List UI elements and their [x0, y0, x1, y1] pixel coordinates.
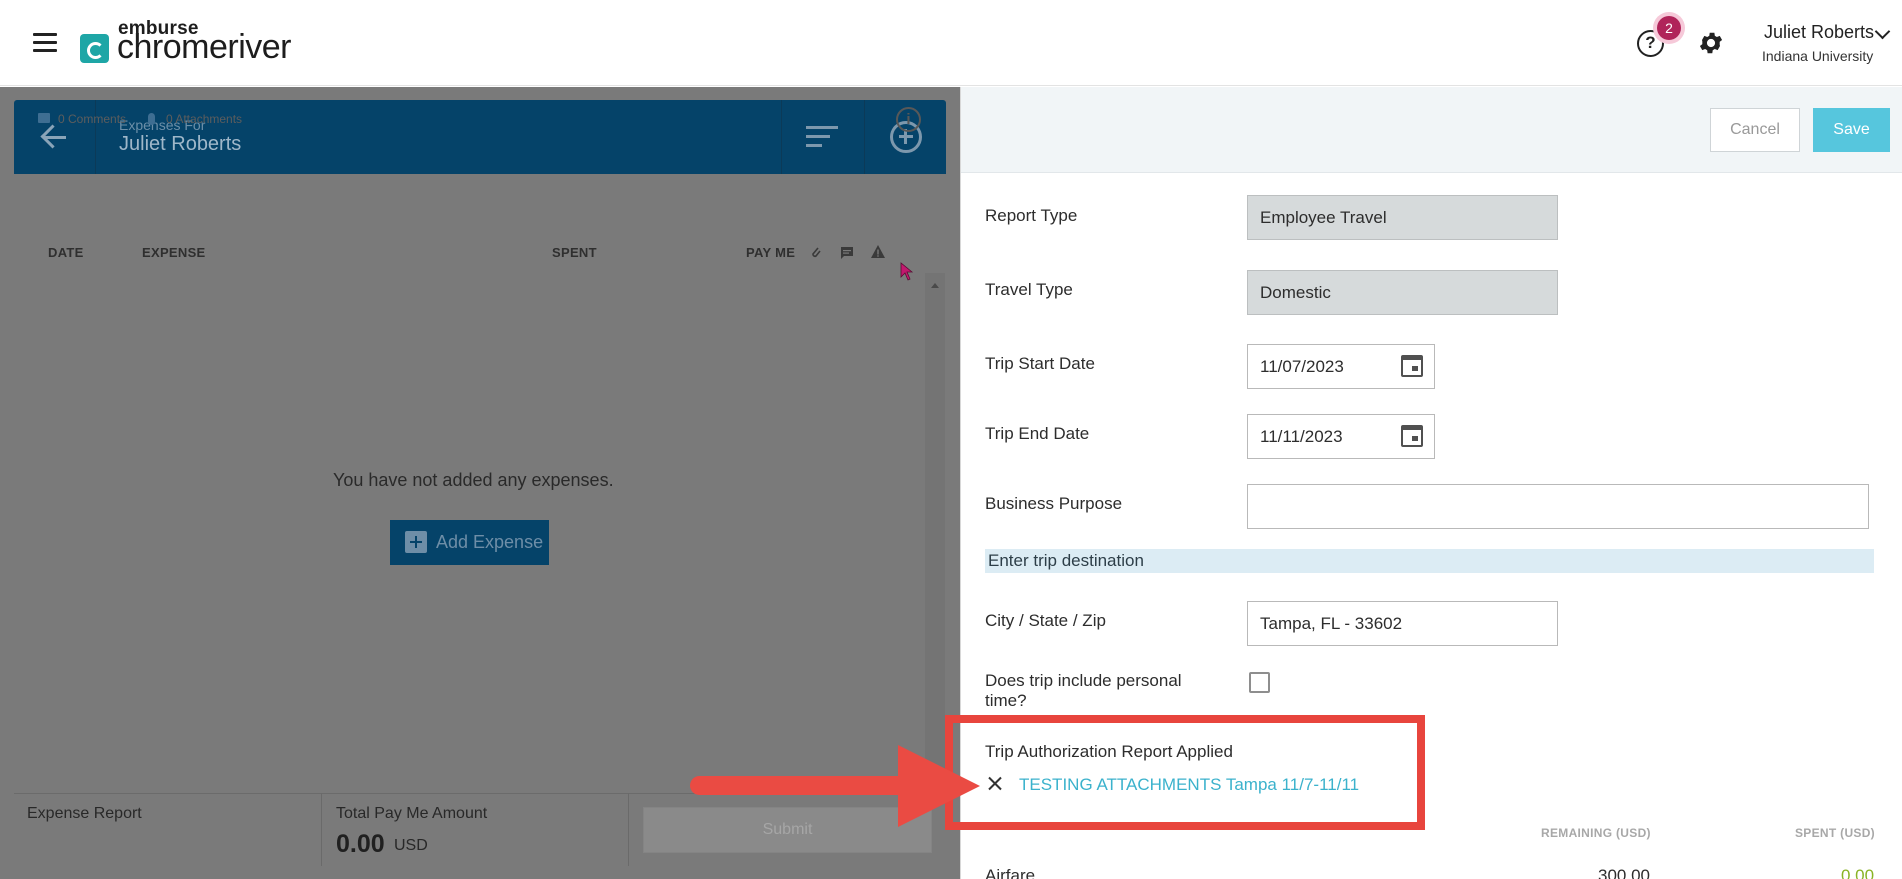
city-state-zip-input[interactable]: Tampa, FL - 33602 [1247, 601, 1558, 646]
total-currency: USD [394, 837, 428, 854]
comments-count[interactable]: 0 Comments [58, 112, 126, 126]
empty-expenses-message: You have not added any expenses. [333, 470, 614, 490]
footer-separator [321, 793, 322, 866]
trip-end-date-label: Trip End Date [985, 424, 1090, 443]
add-expense-button[interactable]: Add Expense [390, 520, 549, 565]
plus-icon [405, 531, 427, 553]
annotation-arrow-shaft [690, 776, 906, 795]
top-bar: emburse chromeriver ? 2 Juliet Roberts I… [0, 0, 1902, 86]
comment-column-icon [841, 247, 853, 259]
city-state-zip-label: City / State / Zip [985, 611, 1106, 630]
mouse-cursor-icon [900, 262, 914, 281]
expenses-owner-title: Juliet Roberts [119, 133, 242, 155]
attachment-icon [148, 113, 155, 125]
footer-separator [628, 793, 629, 866]
travel-type-field: Domestic [1247, 270, 1558, 315]
user-name[interactable]: Juliet Roberts [1764, 22, 1874, 43]
gear-icon[interactable] [1697, 29, 1725, 57]
annotation-arrow-icon [898, 745, 980, 827]
info-icon[interactable]: i [896, 107, 921, 132]
comment-icon [38, 113, 50, 123]
personal-time-label-cont: time? [985, 691, 1027, 710]
total-pay-me-amount: 0.00 [336, 830, 385, 858]
hamburger-menu-icon[interactable] [33, 33, 57, 53]
trip-destination-section: Enter trip destination [985, 549, 1874, 573]
save-button[interactable]: Save [1813, 108, 1890, 152]
sort-icon[interactable] [781, 100, 863, 174]
personal-time-checkbox[interactable] [1249, 672, 1270, 693]
calendar-icon[interactable] [1401, 355, 1423, 377]
column-header-expense[interactable]: EXPENSE [142, 245, 206, 260]
logo[interactable]: emburse chromeriver [80, 18, 310, 68]
chevron-down-icon[interactable] [1874, 23, 1891, 40]
report-type-label: Report Type [985, 206, 1078, 225]
logo-main-text: chromeriver [117, 28, 291, 66]
total-pay-me-label: Total Pay Me Amount [336, 805, 488, 822]
spent-header: SPENT (USD) [1795, 826, 1875, 840]
add-expense-label: Add Expense [436, 532, 544, 552]
column-header-spent[interactable]: SPENT [552, 245, 597, 260]
calendar-icon[interactable] [1401, 425, 1423, 447]
submit-button[interactable]: Submit [643, 807, 932, 853]
expense-list-scrollbar[interactable] [925, 273, 945, 783]
column-header-date[interactable]: DATE [48, 245, 84, 260]
remaining-header: REMAINING (USD) [1541, 826, 1651, 840]
logo-mark-icon [80, 34, 109, 63]
notification-badge[interactable]: 2 [1657, 16, 1681, 40]
personal-time-label: Does trip include personal [985, 671, 1182, 690]
budget-row-spent: 0.00 [1841, 866, 1875, 879]
budget-row-remaining: 300.00 [1598, 866, 1650, 879]
expenses-header: Expenses For Juliet Roberts [14, 100, 946, 174]
paperclip-icon [812, 247, 821, 258]
business-purpose-input[interactable] [1247, 484, 1869, 529]
warning-icon [871, 245, 885, 258]
budget-row-label: Airfare [985, 866, 1036, 879]
business-purpose-label: Business Purpose [985, 494, 1123, 513]
attachments-count[interactable]: 0 Attachments [166, 112, 242, 126]
column-header-pay-me[interactable]: PAY ME [746, 245, 795, 260]
travel-type-label: Travel Type [985, 280, 1073, 299]
trip-start-date-label: Trip Start Date [985, 354, 1095, 373]
user-organization: Indiana University [1762, 48, 1874, 64]
cancel-button[interactable]: Cancel [1710, 108, 1800, 152]
report-type-field: Employee Travel [1247, 195, 1558, 240]
expense-report-label: Expense Report [27, 805, 142, 822]
highlight-box [945, 715, 1425, 830]
